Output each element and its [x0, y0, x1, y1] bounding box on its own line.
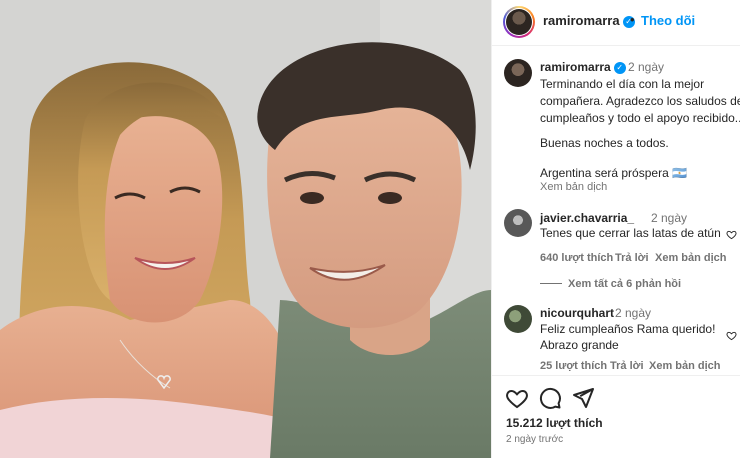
caption-line-5: Buenas noches a todos.	[540, 136, 669, 150]
follow-button[interactable]: Theo dõi	[641, 13, 695, 28]
caption-line-7: Argentina será próspera 🇦🇷	[540, 166, 688, 180]
caption-translate-link[interactable]: Xem bản dịch	[540, 181, 607, 193]
verified-badge-icon: ✓	[613, 62, 626, 74]
comment-1-reply[interactable]: Trả lời	[615, 252, 649, 264]
comment-2-text-line-2: Abrazo grande	[540, 338, 619, 352]
comment-1-time: 2 ngày	[651, 211, 688, 225]
post-header: ramiromarra ✓ • Theo dõi	[492, 0, 740, 46]
comment-1-view-replies-text[interactable]: Xem tất cả 6 phản hồi	[568, 278, 681, 290]
author-username[interactable]: ramiromarra ✓	[543, 13, 635, 28]
heart-icon[interactable]	[505, 386, 529, 410]
caption-username[interactable]: ramiromarra ✓	[540, 60, 626, 74]
post-actions: 15.212 lượt thích 2 ngày trước	[492, 375, 740, 458]
comment-2-reply[interactable]: Trả lời	[610, 360, 644, 372]
comment-1-like-icon[interactable]	[726, 229, 737, 240]
comment-2-like-icon[interactable]	[726, 330, 737, 341]
author-avatar-image	[506, 9, 532, 35]
caption-line-2: compañera. Agradezco los saludos de	[540, 94, 740, 108]
likes-count[interactable]: 15.212 lượt thích	[506, 416, 603, 430]
caption-line-3: cumpleaños y todo el apoyo recibido..	[540, 111, 740, 125]
comment-2-text-line-1: Feliz cumpleaños Rama querido!	[540, 322, 716, 336]
header-separator: •	[630, 12, 635, 27]
post-time-ago: 2 ngày trước	[506, 434, 564, 445]
comment-2-avatar[interactable]	[504, 305, 532, 333]
caption-username-text[interactable]: ramiromarra	[540, 60, 611, 74]
author-avatar[interactable]	[503, 6, 535, 38]
comment-2-translate[interactable]: Xem bản dịch	[649, 360, 721, 372]
comment-2-likes[interactable]: 25 lượt thích	[540, 360, 607, 372]
photo-illustration	[0, 0, 491, 458]
comment-1-likes[interactable]: 640 lượt thích	[540, 252, 613, 264]
caption-author-avatar[interactable]	[504, 59, 532, 87]
post-side-panel: ramiromarra ✓ • Theo dõi ramiromarra ✓ 2 n…	[491, 0, 740, 458]
comment-2-username[interactable]: nicourquhart	[540, 306, 614, 320]
caption-time: 2 ngày	[628, 60, 665, 74]
replies-line	[540, 283, 562, 284]
comment-1-view-replies[interactable]: Xem tất cả 6 phản hồi	[540, 278, 681, 290]
comment-1-avatar[interactable]	[504, 209, 532, 237]
caption-line-1: Terminando el día con la mejor	[540, 77, 705, 91]
comments-section[interactable]: ramiromarra ✓ 2 ngày Terminando el día co…	[492, 47, 740, 375]
comment-1-translate[interactable]: Xem bản dịch	[655, 252, 727, 264]
comment-icon[interactable]	[538, 386, 562, 410]
instagram-post: ramiromarra ✓ • Theo dõi ramiromarra ✓ 2 n…	[0, 0, 740, 458]
author-username-text[interactable]: ramiromarra	[543, 13, 620, 28]
post-photo[interactable]	[0, 0, 491, 458]
share-icon[interactable]	[571, 386, 595, 410]
comment-1-username[interactable]: javier.chavarria_	[540, 211, 634, 225]
comment-1-text: Tenes que cerrar las latas de atún	[540, 226, 721, 240]
comment-2-time: 2 ngày	[615, 306, 652, 320]
